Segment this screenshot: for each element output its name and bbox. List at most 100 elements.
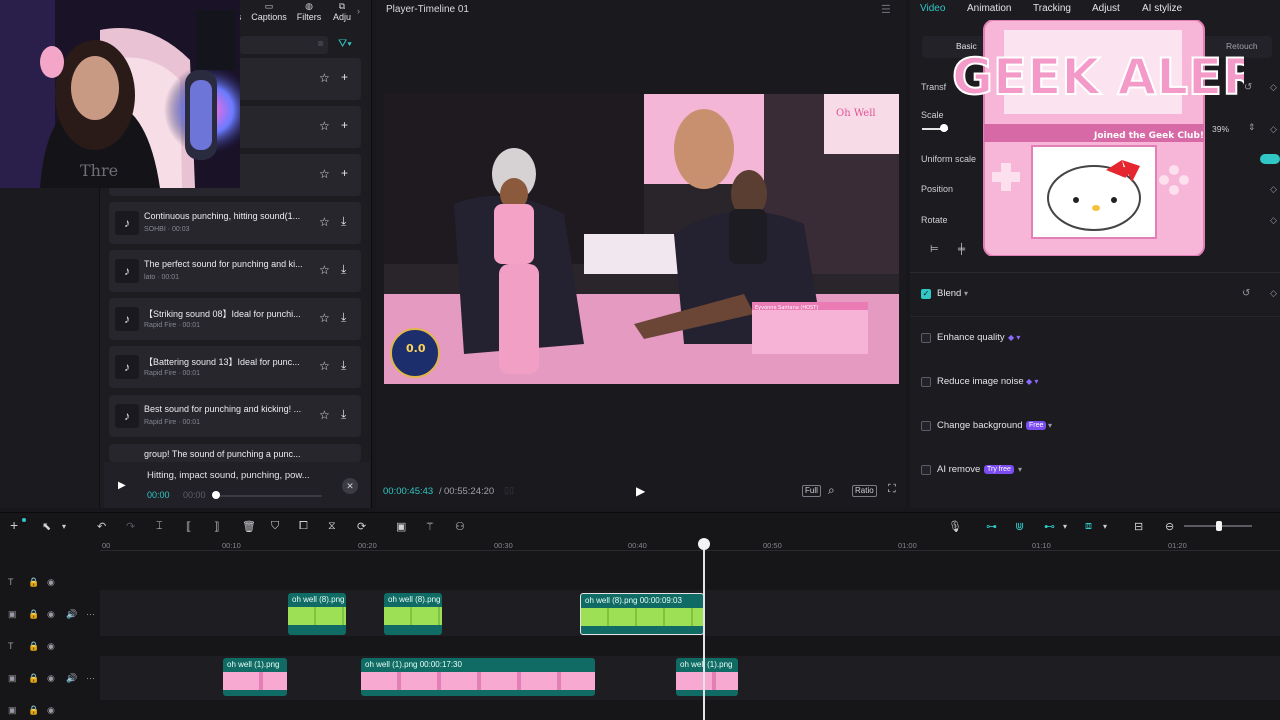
lock-icon[interactable]: 🔒 xyxy=(28,609,39,620)
clear-icon[interactable]: ⊗ xyxy=(317,39,324,48)
enhance-quality-checkbox[interactable] xyxy=(921,333,931,343)
crop-icon[interactable]: ⧠ xyxy=(299,520,308,533)
zoom-slider-handle[interactable] xyxy=(1216,521,1222,531)
search-input[interactable]: ⊗ xyxy=(240,36,328,54)
timeline-clip[interactable]: oh well (8).png xyxy=(288,593,346,635)
full-button[interactable]: Full xyxy=(802,485,821,497)
timeline-clip[interactable]: oh well (1).png 00:00:17:30 xyxy=(361,658,595,696)
star-icon[interactable]: ☆ xyxy=(319,167,330,181)
chevron-down-icon[interactable]: ▾ xyxy=(964,289,968,298)
add-icon[interactable]: + xyxy=(10,517,18,533)
link-icon[interactable]: ⊶ xyxy=(986,520,997,533)
chevron-down-icon[interactable]: ▾ xyxy=(1018,465,1022,474)
reduce-noise-checkbox[interactable] xyxy=(921,377,931,387)
snap-icon[interactable]: ⧈ xyxy=(1085,520,1092,533)
menu-icon[interactable]: ☰ xyxy=(881,3,891,16)
magnet-icon[interactable]: ⋓ xyxy=(1015,520,1024,533)
split-icon[interactable]: ⌶ xyxy=(156,520,163,533)
star-icon[interactable]: ☆ xyxy=(319,311,330,325)
split-left-icon[interactable]: ⟦ xyxy=(186,520,191,533)
align-left-icon[interactable]: ⊨ xyxy=(930,244,939,255)
list-item[interactable]: ♪ Continuous punching, hitting sound(1..… xyxy=(109,202,361,244)
lock-icon[interactable]: 🔒 xyxy=(28,673,39,684)
uniform-scale-toggle[interactable] xyxy=(1260,154,1280,164)
tab-tracking[interactable]: Tracking xyxy=(1033,3,1071,14)
chevron-down-icon[interactable]: ▾ xyxy=(1048,421,1052,430)
lock-icon[interactable]: 🔒 xyxy=(28,705,39,716)
timeline-clip[interactable]: oh well (1).png xyxy=(676,658,738,696)
list-item[interactable]: ♪ Best sound for punching and kicking! .… xyxy=(109,395,361,437)
mirror-icon[interactable]: ⧖ xyxy=(328,520,336,533)
blend-checkbox[interactable]: ✓ xyxy=(921,289,931,299)
tab-filters[interactable]: ◍ Filters xyxy=(294,0,324,24)
eye-icon[interactable]: ◉ xyxy=(47,673,55,684)
zoom-fit-icon[interactable]: ⌕ xyxy=(828,483,835,498)
play-button[interactable]: ▶ xyxy=(636,484,645,498)
star-icon[interactable]: ☆ xyxy=(319,408,330,422)
chevron-down-icon[interactable]: ▾ xyxy=(1063,522,1067,531)
add-icon[interactable]: + xyxy=(341,166,348,180)
download-icon[interactable]: ⤓ xyxy=(341,214,346,229)
download-icon[interactable]: ⤓ xyxy=(341,310,346,325)
add-icon[interactable]: + xyxy=(341,118,348,132)
close-icon[interactable]: ✕ xyxy=(342,478,358,494)
volume-icon[interactable]: 🔊 xyxy=(66,609,77,620)
star-icon[interactable]: ☆ xyxy=(319,119,330,133)
download-icon[interactable]: ⤓ xyxy=(341,407,346,422)
delete-icon[interactable]: 🗑 xyxy=(242,520,256,533)
tab-video[interactable]: Video xyxy=(920,3,945,14)
more-icon[interactable]: ⋯ xyxy=(86,609,95,620)
playhead-handle[interactable] xyxy=(698,538,710,550)
star-icon[interactable]: ☆ xyxy=(319,359,330,373)
lock-icon[interactable]: 🔒 xyxy=(28,641,39,652)
timeline-clip[interactable]: oh well (8).png xyxy=(384,593,442,635)
ratio-button[interactable]: Ratio xyxy=(852,485,877,497)
change-background-checkbox[interactable] xyxy=(921,421,931,431)
timeline-clip[interactable]: oh well (1).png xyxy=(223,658,287,696)
fullscreen-icon[interactable]: ⛶ xyxy=(888,483,896,496)
list-item[interactable]: ♪ 【Striking sound 08】Ideal for punchi...… xyxy=(109,298,361,340)
stepper-icon[interactable]: ⇕ xyxy=(1248,122,1256,133)
star-icon[interactable]: ☆ xyxy=(319,263,330,277)
reset-icon[interactable]: ↺ xyxy=(1242,288,1250,299)
keyframe-icon[interactable]: ◇ xyxy=(1270,82,1277,93)
keyframe-icon[interactable]: ◇ xyxy=(1270,184,1277,195)
hd-icon[interactable]: ▣ xyxy=(396,520,406,533)
microphone-icon[interactable]: 🎙 xyxy=(948,520,962,533)
preview-progress-handle[interactable] xyxy=(212,491,220,499)
preview-axis-icon[interactable]: ⊟ xyxy=(1134,520,1143,533)
volume-icon[interactable]: 🔊 xyxy=(66,673,77,684)
download-icon[interactable]: ⤓ xyxy=(341,262,346,277)
reset-icon[interactable]: ↺ xyxy=(1244,82,1252,93)
eye-icon[interactable]: ◉ xyxy=(47,609,55,620)
ai-remove-checkbox[interactable] xyxy=(921,465,931,475)
chevron-down-icon[interactable]: ▾ xyxy=(1103,522,1107,531)
eye-icon[interactable]: ◉ xyxy=(47,577,55,588)
keyframe-icon[interactable]: ◇ xyxy=(1270,215,1277,226)
keyframe-icon[interactable]: ◇ xyxy=(1270,288,1277,299)
playhead[interactable] xyxy=(703,540,705,720)
preview-progress-bar[interactable] xyxy=(214,495,322,497)
marker-icon[interactable]: ⛉ xyxy=(271,520,279,533)
add-icon[interactable]: + xyxy=(341,70,348,84)
chevron-right-icon[interactable]: › xyxy=(357,6,360,16)
more-icon[interactable]: ⋯ xyxy=(86,673,95,684)
lock-icon[interactable]: 🔒 xyxy=(28,577,39,588)
chevron-down-icon[interactable]: ▾ xyxy=(62,522,66,531)
download-icon[interactable]: ⤓ xyxy=(341,358,346,373)
list-item[interactable]: group! The sound of punching a punc... xyxy=(109,444,361,462)
split-right-icon[interactable]: ⟧ xyxy=(214,520,219,533)
magic-wand-icon[interactable]: ⚚ xyxy=(425,520,435,533)
star-icon[interactable]: ☆ xyxy=(319,71,330,85)
filter-icon[interactable]: ⛛▾ xyxy=(338,38,352,51)
person-icon[interactable]: ⚇ xyxy=(455,520,465,533)
rotate-icon[interactable]: ⟳ xyxy=(357,520,366,533)
timeline-clip-selected[interactable]: oh well (8).png 00:00:09:03 xyxy=(580,593,704,635)
tab-adjust[interactable]: Adjust xyxy=(1092,3,1120,14)
eye-icon[interactable]: ◉ xyxy=(47,641,55,652)
zoom-out-icon[interactable]: ⊖ xyxy=(1165,520,1174,533)
list-item[interactable]: ♪ 【Battering sound 13】Ideal for punc... … xyxy=(109,346,361,388)
link-clips-icon[interactable]: ⊷ xyxy=(1044,520,1055,533)
play-icon[interactable]: ▶ xyxy=(118,480,132,494)
video-preview[interactable]: Oh Well 0.0 Eyvonne Santana (HOST) xyxy=(384,94,899,384)
